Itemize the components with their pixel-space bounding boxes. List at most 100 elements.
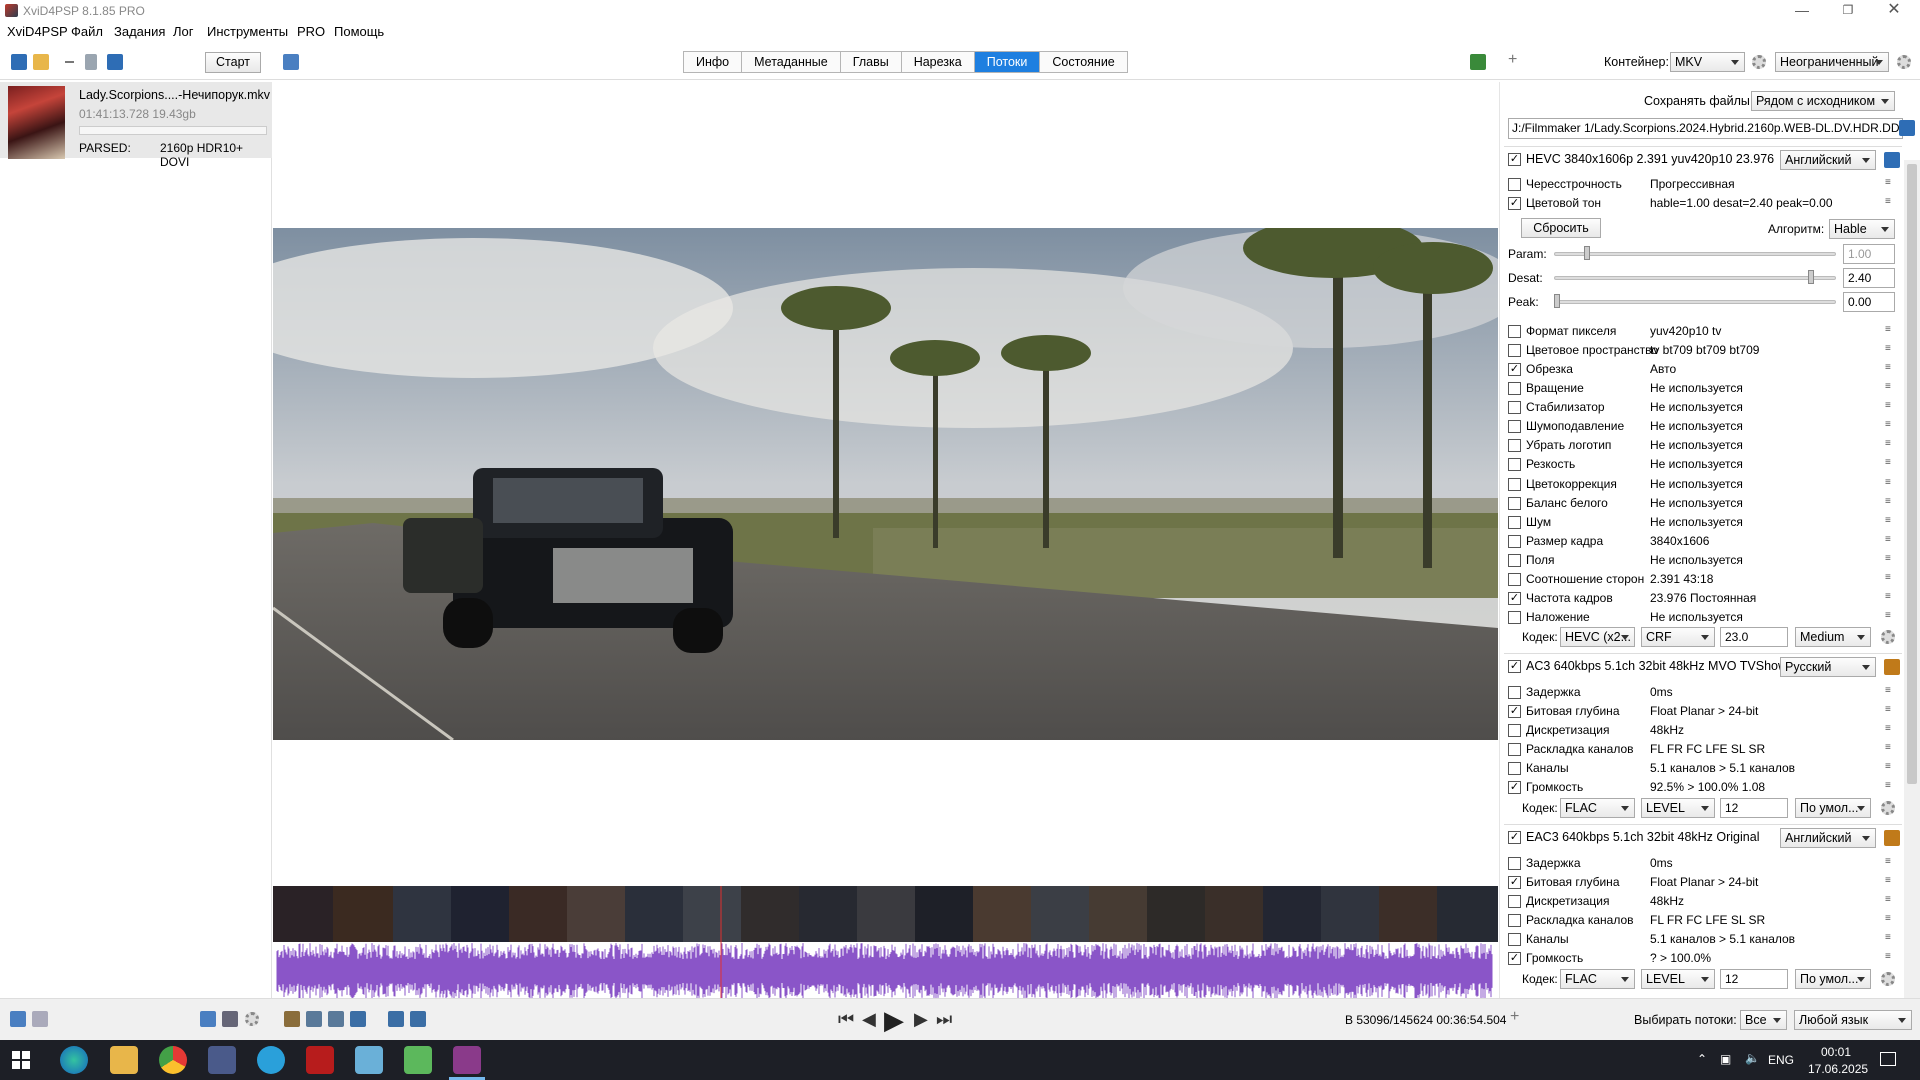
video-top-edit-icon-0[interactable]: ≡ <box>1885 177 1897 189</box>
save-icon[interactable] <box>107 54 123 70</box>
subtitles-icon[interactable] <box>200 1011 216 1027</box>
restore-button[interactable]: ❐ <box>1825 0 1871 22</box>
add-icon[interactable]: + <box>1508 51 1517 69</box>
menu-file[interactable]: Файл <box>71 24 103 39</box>
slider-track-0[interactable] <box>1554 252 1836 256</box>
cut-a-icon[interactable] <box>388 1011 404 1027</box>
limit-settings-gear-icon[interactable] <box>1897 55 1911 69</box>
video-filter-checkbox-6[interactable] <box>1508 439 1521 453</box>
slider-value-0[interactable]: 1.00 <box>1843 244 1895 264</box>
audio1-filter-edit-icon-3[interactable]: ≡ <box>1885 913 1897 925</box>
video-filter-checkbox-11[interactable] <box>1508 534 1521 548</box>
audio-waveform[interactable] <box>273 942 1498 1000</box>
streams-scrollbar[interactable] <box>1904 160 1920 998</box>
audio1-filter-checkbox-5[interactable]: ✓ <box>1508 952 1521 965</box>
filezilla-icon[interactable] <box>306 1046 334 1074</box>
container-settings-gear-icon[interactable] <box>1752 55 1766 69</box>
audio0-filter-edit-icon-0[interactable]: ≡ <box>1885 685 1897 697</box>
video-filter-edit-icon-0[interactable]: ≡ <box>1885 324 1897 336</box>
tab-info[interactable]: Инфо <box>684 52 743 72</box>
chrome-icon[interactable] <box>159 1046 187 1074</box>
telegram-icon[interactable] <box>257 1046 285 1074</box>
menu-help[interactable]: Помощь <box>334 24 384 39</box>
audio0-filter-checkbox-4[interactable] <box>1508 762 1521 775</box>
audio0-filter-edit-icon-2[interactable]: ≡ <box>1885 723 1897 735</box>
audio-1-preset-select[interactable]: По умол... <box>1795 969 1871 989</box>
preview-gear-icon[interactable] <box>245 1012 259 1026</box>
windows-start-icon[interactable] <box>12 1051 30 1069</box>
video-stream-stream-icon[interactable] <box>1884 152 1900 168</box>
clock-date[interactable]: 17.06.2025 <box>1808 1062 1868 1076</box>
keyboard-language[interactable]: ENG <box>1768 1053 1794 1067</box>
skip-forward-icon[interactable]: ⏭ <box>936 1009 952 1030</box>
notifications-icon[interactable] <box>1880 1052 1896 1066</box>
audio0-filter-edit-icon-1[interactable]: ≡ <box>1885 704 1897 716</box>
video-filter-edit-icon-8[interactable]: ≡ <box>1885 477 1897 489</box>
audio1-filter-edit-icon-2[interactable]: ≡ <box>1885 894 1897 906</box>
audio-stream-1-stream-icon[interactable] <box>1884 830 1900 846</box>
status-list-icon[interactable] <box>10 1011 26 1027</box>
open-folder-icon[interactable] <box>33 54 49 70</box>
network-icon[interactable]: ▣ <box>1720 1052 1731 1066</box>
audio0-filter-edit-icon-5[interactable]: ≡ <box>1885 780 1897 792</box>
container-select[interactable]: MKV <box>1670 52 1745 72</box>
audio-1-codec-settings-gear-icon[interactable] <box>1881 972 1895 986</box>
video-filter-edit-icon-15[interactable]: ≡ <box>1885 610 1897 622</box>
video-filter-checkbox-15[interactable] <box>1508 611 1521 625</box>
slider-track-2[interactable] <box>1554 300 1836 304</box>
app-icon-4[interactable] <box>208 1046 236 1074</box>
audio-stream-0-enable-checkbox[interactable]: ✓ <box>1508 660 1521 673</box>
file-explorer-icon[interactable] <box>110 1046 138 1074</box>
video-filter-checkbox-8[interactable] <box>1508 477 1521 491</box>
audio1-filter-edit-icon-5[interactable]: ≡ <box>1885 951 1897 963</box>
video-filter-checkbox-12[interactable] <box>1508 553 1521 567</box>
audio1-filter-edit-icon-1[interactable]: ≡ <box>1885 875 1897 887</box>
video-filter-edit-icon-11[interactable]: ≡ <box>1885 534 1897 546</box>
frames-icon[interactable] <box>306 1011 322 1027</box>
menu-xvid4psp[interactable]: XviD4PSP <box>7 24 68 39</box>
video-filter-edit-icon-14[interactable]: ≡ <box>1885 591 1897 603</box>
video-quality-input[interactable]: 23.0 <box>1720 627 1788 647</box>
slider-value-2[interactable]: 0.00 <box>1843 292 1895 312</box>
select-streams-combo[interactable]: Все <box>1740 1010 1787 1030</box>
slider-thumb-2[interactable] <box>1554 294 1560 308</box>
menu-log[interactable]: Лог <box>173 24 194 39</box>
xvid4psp-taskbar-icon[interactable] <box>453 1046 481 1074</box>
video-filter-edit-icon-5[interactable]: ≡ <box>1885 419 1897 431</box>
list-view-icon[interactable] <box>283 54 299 70</box>
audio1-filter-checkbox-2[interactable] <box>1508 895 1521 908</box>
audio1-filter-edit-icon-4[interactable]: ≡ <box>1885 932 1897 944</box>
audio-0-preset-select[interactable]: По умол... <box>1795 798 1871 818</box>
video-stream-language-select[interactable]: Английский <box>1780 150 1876 170</box>
remove-icon[interactable] <box>65 61 74 63</box>
audio0-filter-checkbox-5[interactable]: ✓ <box>1508 781 1521 794</box>
video-codec-settings-gear-icon[interactable] <box>1881 630 1895 644</box>
video-filter-checkbox-14[interactable]: ✓ <box>1508 591 1521 605</box>
reset-button[interactable]: Сбросить <box>1521 218 1601 238</box>
video-filter-edit-icon-1[interactable]: ≡ <box>1885 343 1897 355</box>
skip-back-icon[interactable]: ⏮ <box>838 1009 854 1030</box>
tray-chevron-icon[interactable]: ⌃ <box>1697 1052 1707 1066</box>
status-add-icon[interactable]: + <box>1510 1008 1519 1026</box>
video-filter-checkbox-2[interactable]: ✓ <box>1508 363 1521 377</box>
slider-thumb-1[interactable] <box>1808 270 1814 284</box>
audio0-filter-checkbox-1[interactable]: ✓ <box>1508 705 1521 718</box>
menu-tasks[interactable]: Задания <box>114 24 165 39</box>
slider-value-1[interactable]: 2.40 <box>1843 268 1895 288</box>
video-top-checkbox-0[interactable] <box>1508 178 1521 191</box>
app-icon-8[interactable] <box>404 1046 432 1074</box>
video-filter-edit-icon-2[interactable]: ≡ <box>1885 362 1897 374</box>
mark-icon[interactable] <box>328 1011 344 1027</box>
audio0-filter-edit-icon-4[interactable]: ≡ <box>1885 761 1897 773</box>
video-filter-checkbox-1[interactable] <box>1508 344 1521 358</box>
image-icon[interactable] <box>284 1011 300 1027</box>
video-filter-checkbox-5[interactable] <box>1508 420 1521 434</box>
audio0-filter-edit-icon-3[interactable]: ≡ <box>1885 742 1897 754</box>
video-stream-enable-checkbox[interactable]: ✓ <box>1508 153 1521 166</box>
slider-thumb-0[interactable] <box>1584 246 1590 260</box>
notepad-icon[interactable] <box>355 1046 383 1074</box>
new-task-icon[interactable] <box>11 54 27 70</box>
menu-pro[interactable]: PRO <box>297 24 325 39</box>
audio-stream-1-enable-checkbox[interactable]: ✓ <box>1508 831 1521 844</box>
step-back-icon[interactable]: ◀ <box>862 1009 876 1030</box>
